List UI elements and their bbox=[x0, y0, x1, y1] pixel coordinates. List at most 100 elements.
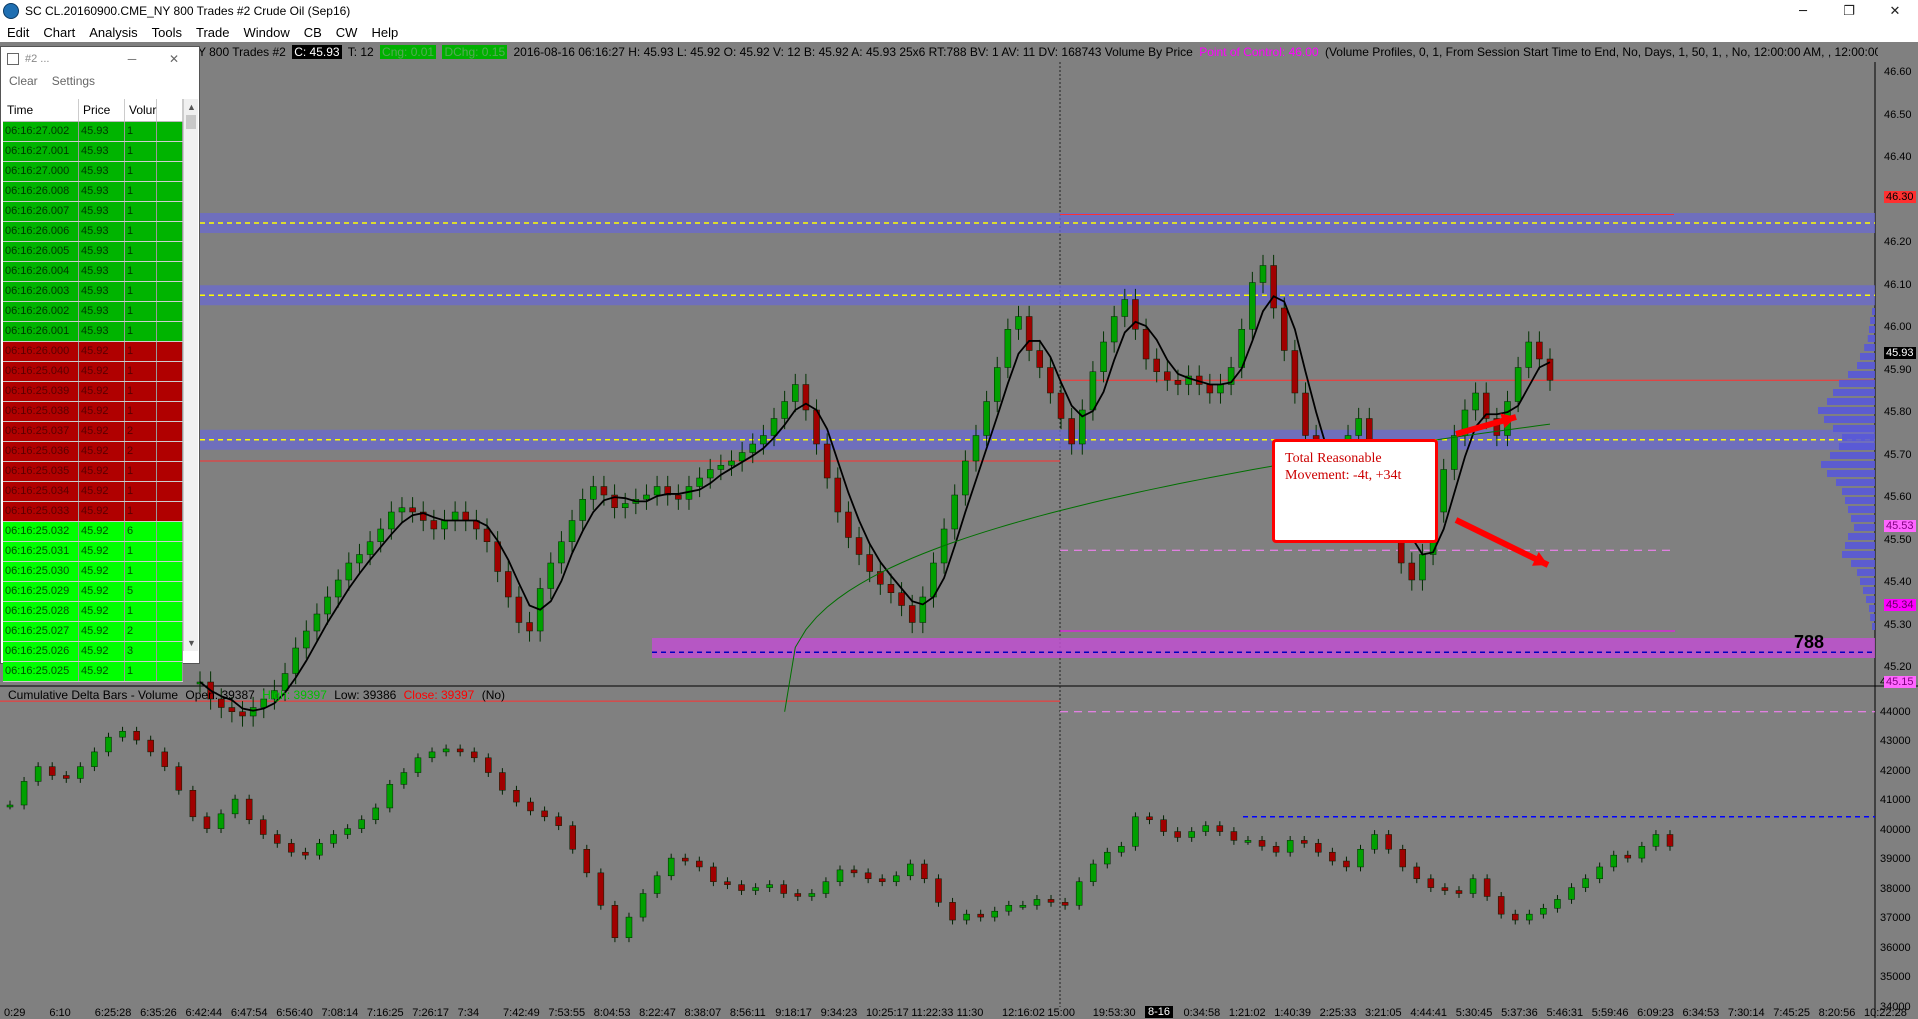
tape-price-cell: 45.92 bbox=[79, 602, 125, 621]
table-row[interactable]: 06:16:25.034 45.92 1 bbox=[3, 482, 183, 502]
table-row[interactable]: 06:16:25.031 45.92 1 bbox=[3, 542, 183, 562]
tape-scrollbar[interactable]: ▲ ▼ bbox=[183, 99, 198, 651]
candle-body bbox=[377, 528, 384, 542]
menu-window[interactable]: Window bbox=[236, 25, 296, 40]
delta-bar bbox=[963, 913, 970, 921]
menu-cw[interactable]: CW bbox=[329, 25, 365, 40]
table-row[interactable]: 06:16:25.036 45.92 2 bbox=[3, 442, 183, 462]
table-row[interactable]: 06:16:25.030 45.92 1 bbox=[3, 562, 183, 582]
restore-button[interactable]: ❐ bbox=[1826, 0, 1872, 22]
tape-minimize-button[interactable]: ─ bbox=[111, 52, 153, 66]
tape-volume-cell: 1 bbox=[125, 202, 157, 221]
tape-clear-button[interactable]: Clear bbox=[9, 74, 38, 88]
time-axis-label: 9:34:23 bbox=[820, 1007, 858, 1019]
menu-chart[interactable]: Chart bbox=[36, 25, 82, 40]
info-ticks: T: 12 bbox=[347, 45, 374, 59]
candle-body bbox=[1174, 380, 1182, 385]
delta-bar bbox=[175, 766, 183, 791]
tape-time-cell: 06:16:26.005 bbox=[3, 242, 79, 261]
header-price[interactable]: Price bbox=[79, 99, 125, 121]
tape-toolbar: Clear Settings bbox=[1, 71, 199, 91]
table-row[interactable]: 06:16:25.025 45.92 1 bbox=[3, 662, 183, 682]
candle-body bbox=[1025, 316, 1033, 351]
time-axis-label: 8:04:53 bbox=[593, 1007, 631, 1019]
table-row[interactable]: 06:16:26.003 45.93 1 bbox=[3, 282, 183, 302]
time-and-sales-window[interactable]: #2 ... ─ ✕ Clear Settings Time Price Vol… bbox=[0, 46, 200, 682]
table-row[interactable]: 06:16:27.002 45.93 1 bbox=[3, 122, 183, 142]
price-axis-label: 45.40 bbox=[1884, 576, 1912, 588]
delta-bar bbox=[513, 790, 520, 803]
table-row[interactable]: 06:16:25.039 45.92 1 bbox=[3, 382, 183, 402]
table-row[interactable]: 06:16:25.028 45.92 1 bbox=[3, 602, 183, 622]
candle-body bbox=[621, 503, 629, 508]
tape-extra-cell bbox=[157, 462, 183, 481]
candle-body bbox=[505, 571, 512, 598]
tape-volume-cell: 1 bbox=[125, 262, 157, 281]
table-row[interactable]: 06:16:27.000 45.93 1 bbox=[3, 162, 183, 182]
candle-body bbox=[547, 562, 555, 589]
volume-profile-bar bbox=[1836, 479, 1875, 486]
tape-volume-cell: 1 bbox=[125, 542, 157, 561]
chart-area[interactable] bbox=[0, 42, 1918, 1018]
candle-body bbox=[239, 711, 246, 717]
volume-profile-bar bbox=[1842, 551, 1875, 558]
table-row[interactable]: 06:16:26.008 45.93 1 bbox=[3, 182, 183, 202]
table-row[interactable]: 06:16:25.037 45.92 2 bbox=[3, 422, 183, 442]
minimize-button[interactable]: ─ bbox=[1780, 0, 1826, 22]
table-row[interactable]: 06:16:25.026 45.92 3 bbox=[3, 642, 183, 662]
scroll-thumb[interactable] bbox=[186, 115, 196, 129]
candle-body bbox=[1302, 392, 1309, 436]
menu-help[interactable]: Help bbox=[364, 25, 405, 40]
menu-analysis[interactable]: Analysis bbox=[82, 25, 144, 40]
scroll-up-icon[interactable]: ▲ bbox=[187, 102, 196, 112]
delta-bar bbox=[1329, 851, 1336, 862]
table-row[interactable]: 06:16:26.001 45.93 1 bbox=[3, 322, 183, 342]
delta-bar bbox=[456, 748, 464, 753]
price-chart[interactable] bbox=[0, 42, 1918, 1018]
header-volume[interactable]: Volur bbox=[125, 99, 157, 121]
scroll-down-icon[interactable]: ▼ bbox=[187, 638, 196, 648]
delta-bar bbox=[1104, 851, 1111, 865]
tape-time-cell: 06:16:26.007 bbox=[3, 202, 79, 221]
header-time[interactable]: Time bbox=[3, 99, 79, 121]
delta-bar bbox=[485, 757, 492, 773]
menu-edit[interactable]: Edit bbox=[0, 25, 36, 40]
delta-bar bbox=[1624, 854, 1632, 859]
tape-price-cell: 45.93 bbox=[79, 322, 125, 341]
time-axis-label: 15:00 bbox=[1047, 1007, 1075, 1019]
table-row[interactable]: 06:16:25.029 45.92 5 bbox=[3, 582, 183, 602]
menu-cb[interactable]: CB bbox=[297, 25, 329, 40]
price-axis-label: 46.00 bbox=[1884, 321, 1912, 333]
candle-body bbox=[388, 511, 395, 530]
tape-extra-cell bbox=[157, 382, 183, 401]
menu-tools[interactable]: Tools bbox=[145, 25, 189, 40]
header-extra[interactable] bbox=[157, 99, 183, 121]
table-row[interactable]: 06:16:26.002 45.93 1 bbox=[3, 302, 183, 322]
annotation-text-box[interactable]: Total Reasonable Movement: -4t, +34t bbox=[1272, 439, 1438, 543]
candle-body bbox=[526, 622, 533, 632]
tape-time-cell: 06:16:26.006 bbox=[3, 222, 79, 241]
delta-bar bbox=[625, 916, 633, 938]
delta-bar bbox=[20, 781, 28, 806]
table-row[interactable]: 06:16:25.038 45.92 1 bbox=[3, 402, 183, 422]
table-row[interactable]: 06:16:25.027 45.92 2 bbox=[3, 622, 183, 642]
candle-body bbox=[441, 520, 448, 530]
table-row[interactable]: 06:16:25.032 45.92 6 bbox=[3, 522, 183, 542]
table-row[interactable]: 06:16:25.033 45.92 1 bbox=[3, 502, 183, 522]
delta-bar bbox=[63, 775, 70, 779]
tape-close-button[interactable]: ✕ bbox=[153, 52, 195, 66]
table-row[interactable]: 06:16:26.005 45.93 1 bbox=[3, 242, 183, 262]
table-row[interactable]: 06:16:25.035 45.92 1 bbox=[3, 462, 183, 482]
table-row[interactable]: 06:16:27.001 45.93 1 bbox=[3, 142, 183, 162]
volume-profile-bar bbox=[1854, 524, 1875, 531]
table-row[interactable]: 06:16:26.007 45.93 1 bbox=[3, 202, 183, 222]
table-row[interactable]: 06:16:25.040 45.92 1 bbox=[3, 362, 183, 382]
volume-profile-bar bbox=[1827, 470, 1875, 477]
table-row[interactable]: 06:16:26.004 45.93 1 bbox=[3, 262, 183, 282]
table-row[interactable]: 06:16:26.000 45.92 1 bbox=[3, 342, 183, 362]
tape-price-cell: 45.92 bbox=[79, 382, 125, 401]
close-button[interactable]: ✕ bbox=[1872, 0, 1918, 22]
table-row[interactable]: 06:16:26.006 45.93 1 bbox=[3, 222, 183, 242]
menu-trade[interactable]: Trade bbox=[189, 25, 236, 40]
tape-settings-button[interactable]: Settings bbox=[52, 74, 95, 88]
